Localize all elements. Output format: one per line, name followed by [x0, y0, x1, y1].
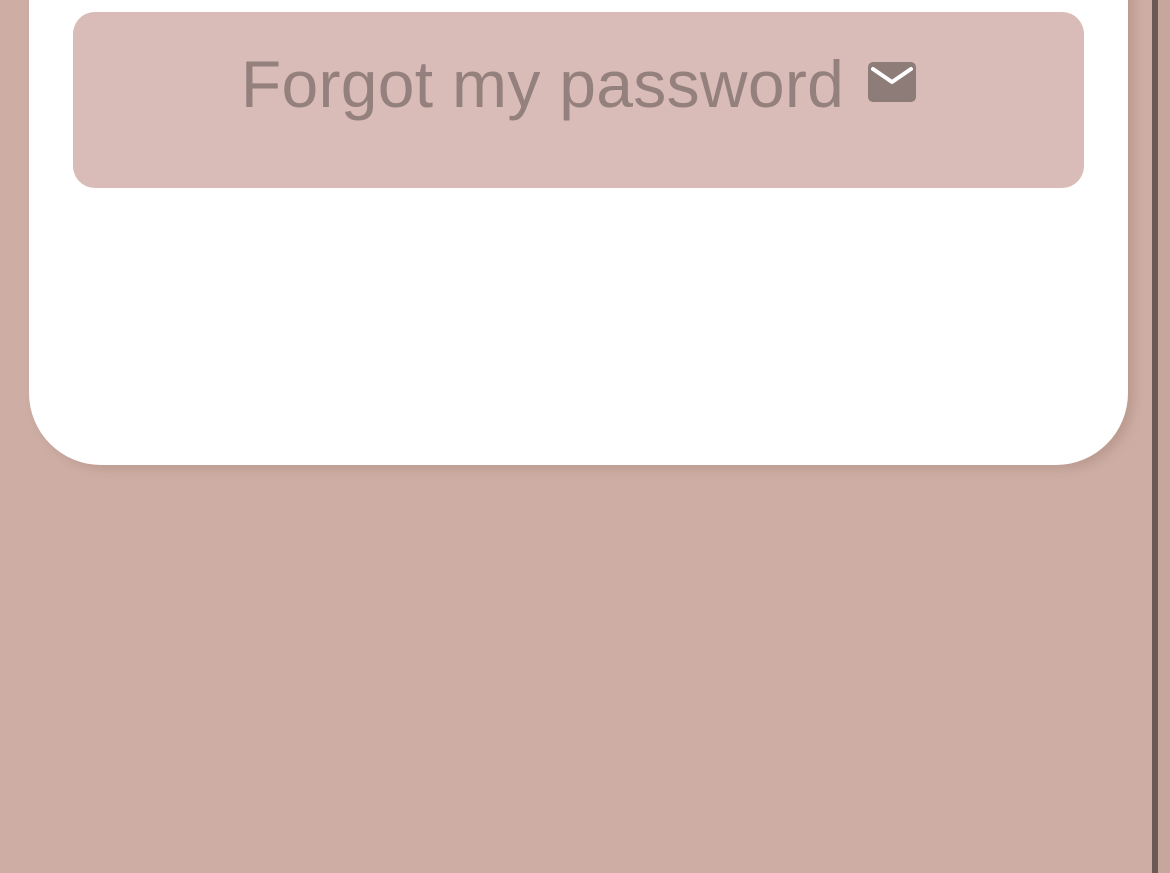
forgot-password-button[interactable]: Forgot my password [73, 12, 1084, 188]
forgot-password-content: Forgot my password [73, 12, 1084, 156]
mail-icon [868, 62, 917, 102]
forgot-password-label: Forgot my password [240, 47, 845, 121]
login-card: Forgot my password [29, 0, 1128, 465]
scrollbar-edge[interactable] [1152, 0, 1158, 873]
